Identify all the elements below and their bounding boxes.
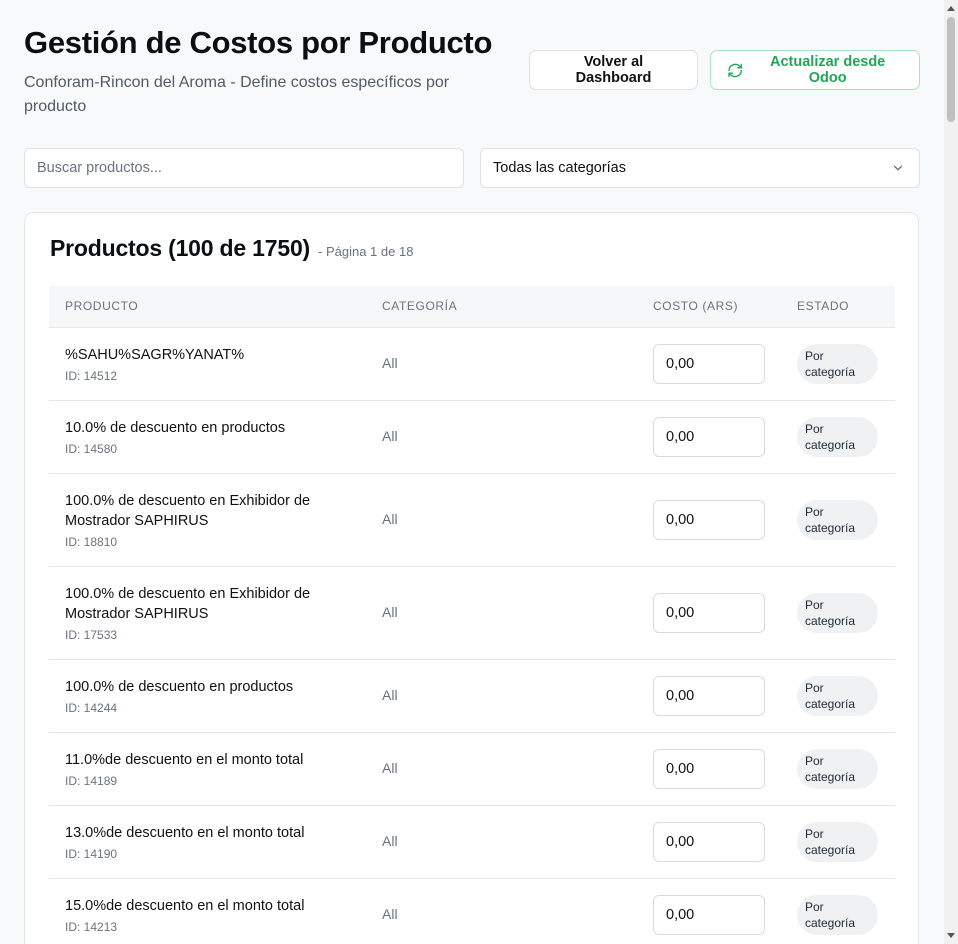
table-header-row: PRODUCTO CATEGORÍA COSTO (ARS) ESTADO	[49, 286, 895, 328]
cost-input[interactable]	[653, 748, 765, 789]
category-select[interactable]: Todas las categorías	[480, 148, 920, 188]
page-subtitle: Conforam-Rincon del Aroma - Define costo…	[24, 74, 450, 115]
product-name: 13.0%de descuento en el monto total	[65, 824, 305, 841]
product-id: ID: 18810	[65, 534, 118, 549]
table-row: %SAHU%SAGR%YANAT% ID: 14512 All Por categ…	[49, 327, 895, 401]
table-row: 100.0% de descuento en Exhibidor de Most…	[49, 473, 895, 567]
back-to-dashboard-label: Volver al Dashboard	[575, 54, 652, 86]
pagination-info: - Página 1 de 18	[318, 244, 414, 259]
product-category: All	[382, 686, 398, 703]
filters-bar: Todas las categorías	[24, 148, 920, 188]
cost-input[interactable]	[653, 416, 765, 457]
table-row: 100.0% de descuento en Exhibidor de Most…	[49, 566, 895, 660]
product-name: 100.0% de descuento en Exhibidor de Most…	[65, 492, 311, 529]
table-row: 13.0%de descuento en el monto total ID: 1…	[49, 805, 895, 879]
vertical-scrollbar[interactable]	[944, 0, 958, 944]
status-badge: Por categoría	[797, 821, 878, 862]
product-category: All	[382, 905, 398, 922]
products-table: PRODUCTO CATEGORÍA COSTO (ARS) ESTADO %S…	[49, 286, 895, 944]
product-name: 100.0% de descuento en productos	[65, 678, 294, 695]
cost-input[interactable]	[653, 592, 765, 633]
product-id: ID: 14512	[65, 368, 118, 383]
product-name: 11.0%de descuento en el monto total	[65, 751, 304, 768]
status-badge: Por categoría	[797, 343, 878, 384]
product-name: 10.0% de descuento en productos	[65, 419, 286, 436]
product-name: 100.0% de descuento en Exhibidor de Most…	[65, 585, 311, 622]
products-card: Productos (100 de 1750) - Página 1 de 18…	[24, 212, 919, 944]
product-category: All	[382, 427, 398, 444]
product-category: All	[382, 354, 398, 371]
column-header-cost: COSTO (ARS)	[637, 286, 781, 328]
product-category: All	[382, 832, 398, 849]
category-select-value: Todas las categorías	[493, 160, 626, 176]
product-category: All	[382, 603, 398, 620]
column-header-category: CATEGORÍA	[366, 286, 637, 328]
product-id: ID: 14244	[65, 700, 118, 715]
cost-input[interactable]	[653, 675, 765, 716]
status-badge: Por categoría	[797, 894, 878, 935]
cost-input[interactable]	[653, 343, 765, 384]
scroll-down-arrow-icon[interactable]	[947, 933, 955, 938]
column-header-status: ESTADO	[781, 286, 895, 328]
product-category: All	[382, 759, 398, 776]
cost-input[interactable]	[653, 821, 765, 862]
product-name: %SAHU%SAGR%YANAT%	[65, 346, 245, 363]
products-card-header: Productos (100 de 1750) - Página 1 de 18	[50, 235, 413, 262]
status-badge: Por categoría	[797, 416, 878, 457]
status-badge: Por categoría	[797, 675, 878, 716]
table-row: 100.0% de descuento en productos ID: 1424…	[49, 659, 895, 733]
refresh-icon	[728, 63, 742, 77]
column-header-product: PRODUCTO	[49, 286, 366, 328]
product-category: All	[382, 510, 398, 527]
cost-input[interactable]	[653, 499, 765, 540]
refresh-from-odoo-label: Actualizar desde Odoo	[770, 54, 886, 86]
cost-input[interactable]	[653, 894, 765, 935]
search-input[interactable]	[24, 148, 464, 188]
table-row: 10.0% de descuento en productos ID: 14580…	[49, 400, 895, 474]
scrollbar-thumb[interactable]	[947, 17, 955, 122]
page-header: Gestión de Costos por Producto Conforam-…	[24, 24, 920, 119]
products-title: Productos (100 de 1750)	[50, 235, 311, 261]
header-actions: Volver al Dashboard Actualizar desde Odo…	[529, 50, 920, 90]
page: Gestión de Costos por Producto Conforam-…	[0, 0, 958, 944]
refresh-from-odoo-button[interactable]: Actualizar desde Odoo	[710, 50, 920, 90]
product-id: ID: 14213	[65, 919, 118, 934]
product-id: ID: 17533	[65, 627, 118, 642]
chevron-down-icon	[893, 165, 903, 171]
status-badge: Por categoría	[797, 748, 878, 789]
table-row: 15.0%de descuento en el monto total ID: 1…	[49, 878, 895, 944]
product-name: 15.0%de descuento en el monto total	[65, 897, 305, 914]
status-badge: Por categoría	[797, 499, 878, 540]
status-badge: Por categoría	[797, 592, 878, 633]
product-id: ID: 14580	[65, 441, 118, 456]
table-row: 11.0%de descuento en el monto total ID: 1…	[49, 732, 895, 806]
product-id: ID: 14189	[65, 773, 118, 788]
back-to-dashboard-button[interactable]: Volver al Dashboard	[529, 50, 698, 90]
scroll-up-arrow-icon[interactable]	[947, 6, 955, 11]
product-id: ID: 14190	[65, 846, 118, 861]
